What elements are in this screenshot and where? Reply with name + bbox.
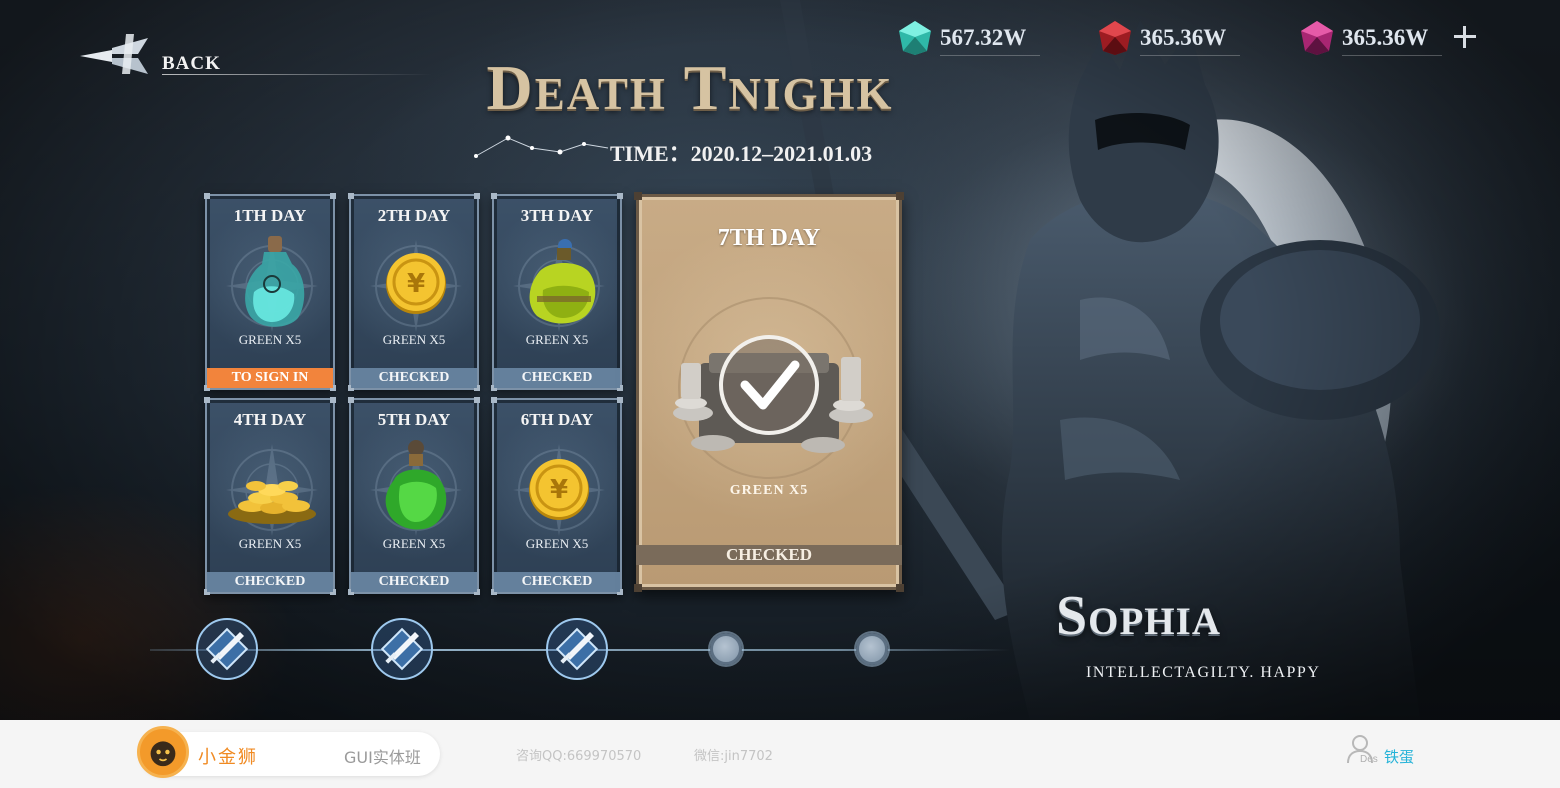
- checked-status: CHECKED: [494, 572, 620, 592]
- sword-node-icon: [196, 618, 258, 680]
- brand-course: GUI实体班: [344, 748, 421, 767]
- card-corner: [204, 397, 210, 403]
- add-currency-button[interactable]: [1452, 24, 1478, 50]
- coin-pile-icon: [228, 481, 316, 524]
- svg-text:¥: ¥: [407, 269, 425, 299]
- reward-text: GREEN X5: [525, 332, 589, 347]
- gold-coin-icon: ¥: [529, 459, 589, 520]
- checked-status: CHECKED: [351, 368, 477, 388]
- user-tag: Des: [1360, 754, 1378, 765]
- currency-value: 365.36W: [1140, 25, 1227, 50]
- day-label: 7TH DAY: [717, 225, 821, 251]
- reward-text: GREEN X5: [729, 483, 809, 498]
- day-label: 2TH DAY: [377, 206, 451, 225]
- day-label: 5TH DAY: [377, 410, 451, 429]
- day-card-6[interactable]: 6TH DAY ¥ GREEN X5 CHECKED: [491, 397, 623, 595]
- green-potion-icon: [529, 239, 596, 324]
- qq-contact: 咨询QQ:669970570: [516, 749, 642, 764]
- currency-underline: [1140, 55, 1240, 56]
- wechat-contact: 微信:jin7702: [694, 749, 773, 764]
- winged-arrow-icon: [80, 34, 148, 74]
- brand-name: 小金狮: [198, 747, 258, 768]
- card-corner: [491, 193, 497, 199]
- card-corner: [491, 397, 497, 403]
- checked-status: CHECKED: [207, 572, 333, 592]
- day-label: 3TH DAY: [520, 206, 594, 225]
- card-corner: [896, 584, 904, 592]
- card-corner: [204, 193, 210, 199]
- cyan-gem-icon: [899, 21, 931, 55]
- character-subtitle: INTELLECTAGILTY. HAPPY: [1086, 664, 1321, 681]
- reward-text: GREEN X5: [382, 332, 446, 347]
- progress-node-locked: [710, 633, 742, 665]
- event-time: TIME：2020.12–2021.01.03: [610, 141, 873, 166]
- card-corner: [474, 193, 480, 199]
- event-title-block: Death Tnighk TIME：2020.12–2021.01.03: [460, 48, 920, 178]
- checked-status: CHECKED: [351, 572, 477, 592]
- day-card-2[interactable]: 2TH DAY ¥ GREEN X5 CHECKED: [348, 193, 480, 391]
- reward-text: GREEN X5: [382, 536, 446, 551]
- green-potion-icon: [385, 440, 447, 530]
- character-name: Sophia: [1056, 585, 1221, 647]
- sword-node-icon: [546, 618, 608, 680]
- currency-value: 365.36W: [1342, 25, 1429, 50]
- day-card-1[interactable]: 1TH DAY GREEN X5 TO SIGN IN: [204, 193, 336, 391]
- lion-logo-icon: [137, 726, 189, 778]
- progress-node-locked: [856, 633, 888, 665]
- currency-cyan: 567.32W: [896, 18, 1040, 58]
- svg-text:¥: ¥: [550, 475, 568, 505]
- silver-chest-checked-icon: [673, 297, 873, 479]
- constellation-icon: [474, 135, 609, 158]
- day-label: 1TH DAY: [233, 206, 307, 225]
- user-name-link[interactable]: 铁蛋: [1384, 746, 1414, 767]
- card-corner: [634, 192, 642, 200]
- day-card-5[interactable]: 5TH DAY GREEN X5 CHECKED: [348, 397, 480, 595]
- card-corner: [348, 397, 354, 403]
- sword-node-icon: [371, 618, 433, 680]
- potion-bottle-icon: [245, 236, 305, 327]
- card-corner: [474, 397, 480, 403]
- red-gem-icon: [1099, 21, 1131, 55]
- game-scene: BACK Death Tnighk TIME：2020.12–2021.01.0…: [0, 0, 1560, 720]
- day-label: 6TH DAY: [520, 410, 594, 429]
- currency-red: 365.36W: [1096, 18, 1240, 58]
- reward-text: GREEN X5: [238, 536, 302, 551]
- back-underline: [162, 74, 432, 75]
- day-card-3[interactable]: 3TH DAY GREEN X5 CHECKED: [491, 193, 623, 391]
- gold-coin-icon: ¥: [386, 253, 446, 314]
- card-corner: [634, 584, 642, 592]
- day-card-7[interactable]: 7TH DAY GREEN X5 CHECKED: [634, 192, 904, 592]
- card-corner: [330, 397, 336, 403]
- day-card-4[interactable]: 4TH DAY GREEN X5 CHECKED: [204, 397, 336, 595]
- magenta-gem-icon: [1301, 21, 1333, 55]
- checked-status: CHECKED: [636, 545, 902, 565]
- currency-value: 567.32W: [940, 25, 1027, 50]
- currency-underline: [940, 55, 1040, 56]
- reward-text: GREEN X5: [525, 536, 589, 551]
- card-corner: [617, 193, 623, 199]
- checked-status: CHECKED: [494, 368, 620, 388]
- card-corner: [330, 193, 336, 199]
- back-label: BACK: [162, 53, 221, 74]
- footer-bar: 小金狮 GUI实体班 咨询QQ:669970570 微信:jin7702 Des…: [0, 720, 1560, 788]
- event-title: Death Tnighk: [486, 52, 894, 123]
- sign-in-button[interactable]: TO SIGN IN: [207, 368, 333, 388]
- reward-text: GREEN X5: [238, 332, 302, 347]
- back-button[interactable]: BACK: [78, 34, 432, 78]
- currency-magenta: 365.36W: [1298, 18, 1442, 58]
- card-corner: [896, 192, 904, 200]
- character-nameplate: Sophia INTELLECTAGILTY. HAPPY: [1056, 570, 1356, 690]
- day-label: 4TH DAY: [233, 410, 307, 429]
- brand-pill[interactable]: 小金狮 GUI实体班: [137, 726, 440, 778]
- card-corner: [348, 193, 354, 199]
- card-corner: [617, 397, 623, 403]
- currency-underline: [1342, 55, 1442, 56]
